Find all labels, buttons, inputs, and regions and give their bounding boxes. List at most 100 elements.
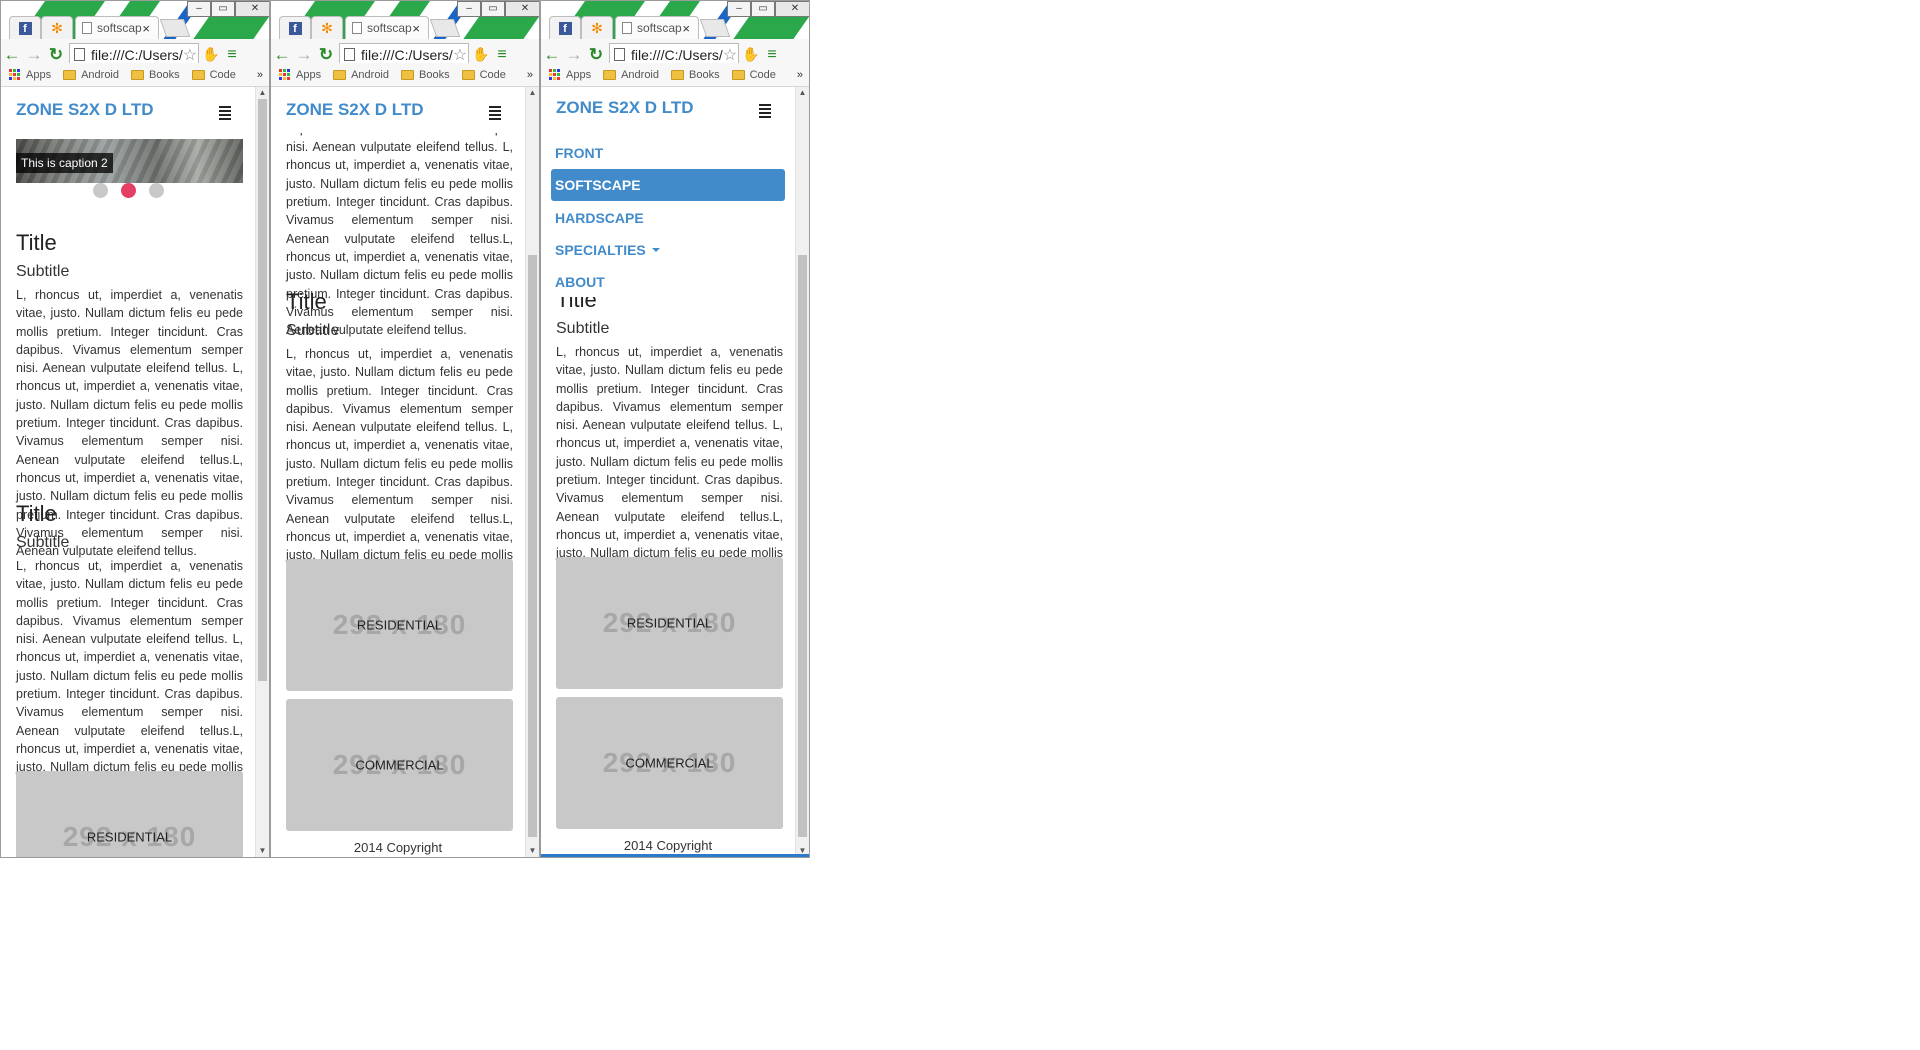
chrome-menu-icon[interactable]: ≡ [761, 46, 783, 64]
carousel-dot[interactable] [148, 183, 164, 198]
scroll-thumb[interactable] [528, 255, 537, 837]
bookmark-books[interactable]: Books [401, 69, 450, 81]
tab-softscape[interactable]: softscap × [345, 16, 429, 39]
carousel-indicators [21, 183, 235, 198]
nav-item-about[interactable]: ABOUT [551, 262, 785, 302]
vertical-scrollbar[interactable]: ▲ ▼ [255, 87, 269, 857]
scroll-up-icon[interactable]: ▲ [256, 87, 269, 99]
bookmark-books[interactable]: Books [671, 69, 720, 81]
maximize-icon[interactable]: ▭ [751, 1, 775, 17]
tile-label: RESIDENTIAL [626, 615, 713, 631]
browser-window-1: f ✻ softscap × – ▭ ✕ ← → ↻ file:///C:/Us… [0, 0, 270, 858]
folder-icon [671, 69, 684, 80]
nav-label: SPECIALTIES [555, 242, 646, 258]
folder-icon [63, 69, 77, 80]
residential-tile[interactable]: 292 x 180 RESIDENTIAL [556, 557, 783, 689]
bookmark-apps[interactable]: Apps [279, 69, 321, 81]
bookmark-code[interactable]: Code [191, 69, 236, 81]
commercial-tile[interactable]: 292 x 180 COMMERCIAL [286, 699, 513, 831]
back-arrow-icon[interactable]: ← [271, 45, 293, 65]
folder-icon [401, 69, 414, 80]
carousel[interactable]: This is caption 2 [16, 139, 243, 183]
reload-icon[interactable]: ↻ [315, 45, 337, 65]
facebook-icon: f [18, 21, 32, 35]
minimize-icon[interactable]: – [187, 1, 211, 17]
bookmarks-overflow-icon[interactable]: » [527, 69, 533, 81]
scroll-up-icon[interactable]: ▲ [796, 87, 809, 99]
brand-logo[interactable]: ZONE S2X D LTD [286, 100, 424, 120]
carousel-dot-active[interactable] [120, 183, 136, 198]
nav-item-front[interactable]: FRONT [551, 133, 785, 173]
residential-tile[interactable]: 292 x 180 RESIDENTIAL [16, 771, 243, 857]
hamburger-menu-icon[interactable] [219, 106, 231, 120]
bookmark-android[interactable]: Android [603, 69, 659, 81]
vertical-scrollbar[interactable]: ▲ ▼ [525, 87, 539, 857]
extension-icon[interactable]: ✋ [471, 46, 491, 63]
commercial-tile[interactable]: 292 x 180 COMMERCIAL [556, 697, 783, 829]
toolbar: ← → ↻ file:///C:/Users/ ☆ ✋ ≡ [271, 39, 539, 67]
bookmark-code[interactable]: Code [461, 69, 506, 81]
brand-logo[interactable]: ZONE S2X D LTD [556, 98, 694, 118]
maximize-icon[interactable]: ▭ [211, 1, 235, 17]
star-icon[interactable]: ☆ [183, 45, 197, 65]
scroll-thumb[interactable] [258, 99, 267, 681]
vertical-scrollbar[interactable]: ▲ ▼ [795, 87, 809, 857]
back-arrow-icon[interactable]: ← [541, 45, 563, 65]
chrome-menu-icon[interactable]: ≡ [491, 46, 513, 64]
forward-arrow-icon[interactable]: → [563, 45, 585, 65]
extension-icon[interactable]: ✋ [741, 46, 761, 63]
tab-close-icon[interactable]: × [142, 21, 150, 36]
star-icon[interactable]: ☆ [723, 45, 737, 65]
bookmark-label: Apps [296, 68, 322, 81]
star-icon[interactable]: ☆ [453, 45, 467, 65]
tab-facebook[interactable]: f [279, 16, 311, 39]
article-title: Title [16, 230, 57, 255]
maximize-icon[interactable]: ▭ [481, 1, 505, 17]
tab-title: softscap [637, 21, 682, 35]
folder-icon [731, 69, 745, 80]
bookmark-code[interactable]: Code [731, 69, 776, 81]
minimize-icon[interactable]: – [457, 1, 481, 17]
page-viewport: Title Subtitle L, rhoncus ut, imperdiet … [541, 87, 795, 857]
back-arrow-icon[interactable]: ← [1, 45, 23, 65]
bookmark-apps[interactable]: Apps [549, 69, 591, 81]
tab-close-icon[interactable]: × [412, 21, 420, 36]
tab-softscape[interactable]: softscap × [75, 16, 159, 39]
hamburger-menu-icon[interactable] [759, 104, 771, 118]
minimize-icon[interactable]: – [727, 1, 751, 17]
bookmarks-overflow-icon[interactable]: » [257, 69, 263, 81]
bookmarks-overflow-icon[interactable]: » [797, 69, 803, 81]
tab-softscape[interactable]: softscap × [615, 16, 699, 39]
bookmark-apps[interactable]: Apps [9, 69, 51, 81]
residential-tile[interactable]: 292 x 180 RESIDENTIAL [286, 559, 513, 691]
tab-facebook[interactable]: f [9, 16, 41, 39]
tab-facebook[interactable]: f [549, 16, 581, 39]
tab-pinned[interactable]: ✻ [311, 16, 343, 39]
reload-icon[interactable]: ↻ [585, 45, 607, 65]
bookmark-android[interactable]: Android [63, 69, 119, 81]
scroll-up-icon[interactable]: ▲ [526, 87, 539, 99]
tab-pinned[interactable]: ✻ [41, 16, 73, 39]
tab-close-icon[interactable]: × [682, 21, 690, 36]
forward-arrow-icon[interactable]: → [23, 45, 45, 65]
nav-item-softscape[interactable]: SOFTSCAPE [551, 169, 785, 201]
bookmarks-bar: Apps Android Books Code » [541, 63, 809, 87]
scroll-down-icon[interactable]: ▼ [256, 845, 269, 857]
bookmark-books[interactable]: Books [131, 69, 180, 81]
carousel-dot[interactable] [92, 183, 108, 198]
bookmark-android[interactable]: Android [333, 69, 389, 81]
hamburger-menu-icon[interactable] [489, 106, 501, 120]
reload-icon[interactable]: ↻ [45, 45, 67, 65]
close-window-icon[interactable]: ✕ [775, 1, 809, 17]
scroll-down-icon[interactable]: ▼ [526, 845, 539, 857]
close-window-icon[interactable]: ✕ [505, 1, 539, 17]
apps-grid-icon [549, 69, 560, 80]
brand-logo[interactable]: ZONE S2X D LTD [16, 100, 154, 120]
navbar: ZONE S2X D LTD [271, 87, 525, 133]
chrome-menu-icon[interactable]: ≡ [221, 46, 243, 64]
extension-icon[interactable]: ✋ [201, 46, 221, 63]
close-window-icon[interactable]: ✕ [235, 1, 269, 17]
tab-pinned[interactable]: ✻ [581, 16, 613, 39]
scroll-thumb[interactable] [798, 255, 807, 837]
forward-arrow-icon[interactable]: → [293, 45, 315, 65]
